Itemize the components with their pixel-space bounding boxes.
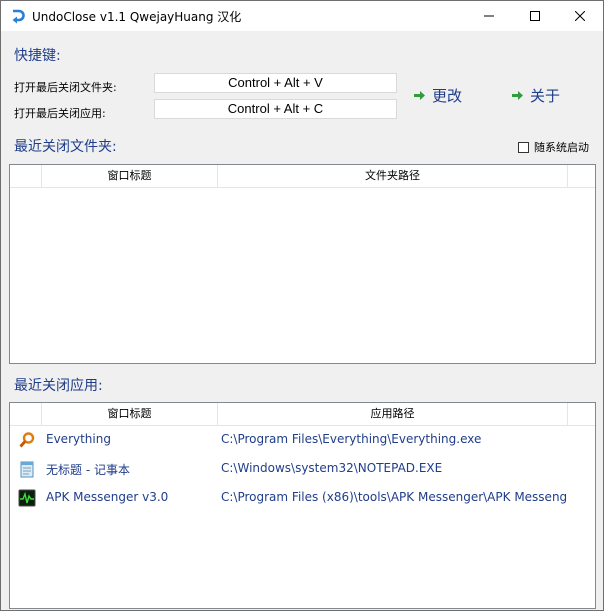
column-header-app-path[interactable]: 应用路径	[218, 403, 568, 425]
list-item[interactable]: 无标题 - 记事本 C:\Windows\system32\NOTEPAD.EX…	[10, 454, 595, 483]
folder-hotkey-label: 打开最后关闭文件夹:	[14, 81, 117, 94]
column-header-window-title[interactable]: 窗口标题	[42, 165, 218, 187]
title-bar[interactable]: UndoClose v1.1 QwejayHuang 汉化	[1, 1, 603, 31]
row-title: 无标题 - 记事本	[46, 463, 130, 477]
undo-arrow-icon	[12, 9, 25, 24]
folder-hotkey-field[interactable]: Control + Alt + V	[154, 73, 397, 93]
startup-checkbox[interactable]: 随系统启动	[518, 139, 589, 155]
startup-label: 随系统启动	[534, 141, 589, 154]
row-title: Everything	[46, 432, 111, 446]
window-title: UndoClose v1.1 QwejayHuang 汉化	[32, 10, 242, 24]
main-window: UndoClose v1.1 QwejayHuang 汉化 快捷键: 打开最后关…	[0, 0, 604, 611]
hotkeys-heading: 快捷键:	[14, 48, 61, 64]
about-label: 关于	[530, 87, 561, 105]
column-header-folder-path[interactable]: 文件夹路径	[218, 165, 568, 187]
list-item[interactable]: APK Messenger v3.0 C:\Program Files (x86…	[10, 483, 595, 512]
column-header-window-title[interactable]: 窗口标题	[42, 403, 218, 425]
folders-list-header: 窗口标题 文件夹路径	[10, 165, 595, 188]
change-button[interactable]: 更改	[413, 85, 462, 106]
apk-messenger-icon	[18, 489, 36, 507]
apps-list[interactable]: 窗口标题 应用路径 Everything C:\Program Files\Ev…	[9, 402, 596, 609]
row-path: C:\Program Files\Everything\Everything.e…	[221, 432, 482, 446]
row-path: C:\Windows\system32\NOTEPAD.EXE	[221, 461, 443, 475]
folders-list[interactable]: 窗口标题 文件夹路径	[9, 164, 596, 364]
maximize-icon	[530, 11, 540, 21]
app-hotkey-field[interactable]: Control + Alt + C	[154, 99, 397, 119]
close-icon	[575, 11, 585, 21]
checkbox-box[interactable]	[518, 141, 529, 153]
close-button[interactable]	[557, 1, 603, 31]
app-hotkey-label: 打开最后关闭应用:	[14, 107, 106, 120]
row-path: C:\Program Files (x86)\tools\APK Messeng…	[221, 490, 568, 504]
green-arrow-icon	[512, 91, 523, 100]
green-arrow-icon	[414, 91, 425, 100]
about-button[interactable]: 关于	[511, 85, 560, 106]
minimize-icon	[484, 15, 494, 17]
column-header-icon[interactable]	[10, 403, 42, 425]
everything-icon	[19, 432, 35, 448]
column-header-icon[interactable]	[10, 165, 42, 187]
list-item[interactable]: Everything C:\Program Files\Everything\E…	[10, 425, 595, 454]
change-label: 更改	[432, 87, 463, 105]
folders-heading: 最近关闭文件夹:	[14, 139, 117, 155]
row-title: APK Messenger v3.0	[46, 490, 169, 504]
notepad-icon	[20, 461, 34, 478]
minimize-button[interactable]	[466, 1, 512, 31]
maximize-button[interactable]	[512, 1, 558, 31]
apps-heading: 最近关闭应用:	[14, 378, 103, 394]
apps-list-header: 窗口标题 应用路径	[10, 403, 595, 426]
